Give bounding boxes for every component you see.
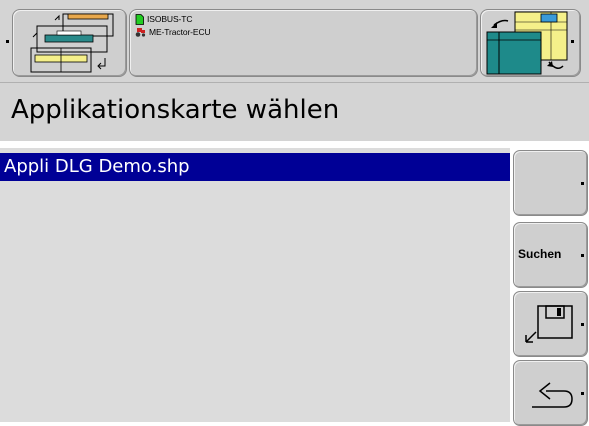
search-button[interactable]: Suchen <box>513 222 588 288</box>
save-icon <box>525 305 573 343</box>
status-line-1: ISOBUS-TC <box>135 13 192 25</box>
task-controller-button[interactable] <box>12 9 127 77</box>
search-button-label: Suchen <box>518 247 562 261</box>
document-icon <box>135 13 144 25</box>
button-indicator-dot <box>581 182 584 185</box>
title-bar: Applikationskarte wählen <box>0 82 589 141</box>
softkey-bar: Suchen <box>510 148 589 426</box>
list-item-label: Appli DLG Demo.shp <box>4 156 190 177</box>
page-title: Applikationskarte wählen <box>11 95 340 125</box>
button-indicator-dot <box>6 40 9 43</box>
save-button[interactable] <box>513 291 588 357</box>
file-list[interactable]: Appli DLG Demo.shp <box>0 148 510 422</box>
status-line-2: ME-Tractor-ECU <box>135 26 211 38</box>
button-indicator-dot <box>581 254 584 257</box>
status-line-text: ME-Tractor-ECU <box>149 27 211 37</box>
top-bar: ISOBUS-TC ME-Tractor-ECU <box>0 0 589 82</box>
softkey-empty[interactable] <box>513 150 588 216</box>
status-line-text: ISOBUS-TC <box>147 14 193 24</box>
back-button[interactable] <box>513 360 588 426</box>
map-layers-icon <box>486 11 574 75</box>
button-indicator-dot <box>581 323 584 326</box>
tractor-icon <box>135 28 146 37</box>
map-view-button[interactable] <box>480 9 581 77</box>
section-control-icon <box>30 13 114 73</box>
status-panel: ISOBUS-TC ME-Tractor-ECU <box>129 9 478 77</box>
back-arrow-icon <box>532 382 573 408</box>
list-item[interactable]: Appli DLG Demo.shp <box>0 153 510 181</box>
button-indicator-dot <box>581 392 584 395</box>
